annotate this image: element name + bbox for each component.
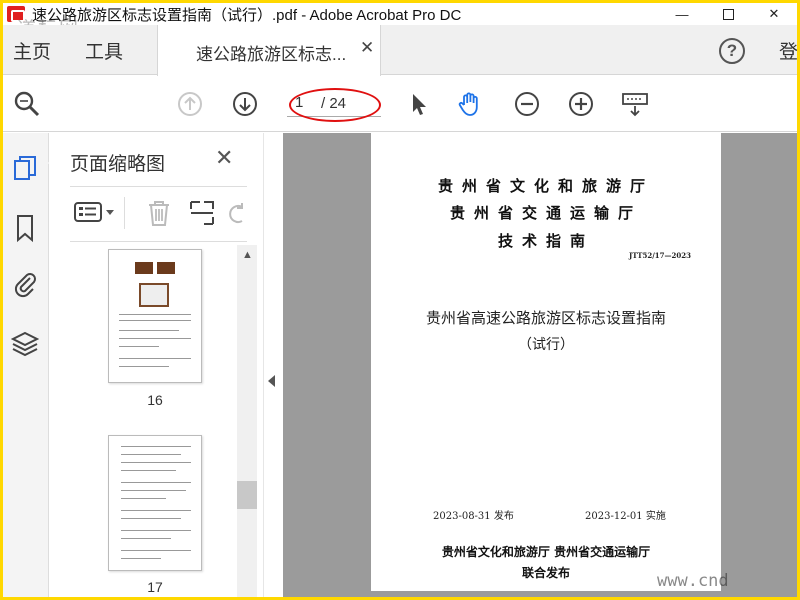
text-line: [121, 530, 191, 531]
text-line: [121, 498, 166, 499]
divider: [70, 241, 247, 242]
window-title: 速公路旅游区标志设置指南（试行）.pdf - Adobe Acrobat Pro…: [32, 6, 462, 24]
delete-trash-icon[interactable]: [146, 199, 172, 227]
issuer-line-3: 技术指南: [497, 232, 594, 250]
text-line: [119, 320, 191, 321]
document-tab-label: 速公路旅游区标志...: [196, 45, 347, 64]
scrollbar-thumb[interactable]: [237, 481, 257, 509]
close-icon: ✕: [768, 6, 780, 21]
acrobat-app-icon: [7, 6, 25, 22]
watermark-url: www.cnd: [657, 571, 729, 591]
document-subtitle: （试行）: [518, 337, 574, 353]
sign-image: [135, 262, 153, 274]
title-bar: 速公路旅游区标志设置指南（试行）.pdf - Adobe Acrobat Pro…: [3, 3, 797, 25]
text-line: [121, 510, 191, 511]
joint-organizations: 贵州省文化和旅游厅 贵州省交通运输厅: [441, 545, 651, 559]
window-controls: — ✕: [659, 3, 797, 25]
pdf-page: 贵州省文化和旅游厅 贵州省交通运输厅 技术指南 JTT52/17—2023 贵州…: [371, 133, 721, 597]
tab-close-icon[interactable]: ✕: [360, 38, 374, 58]
text-line: [119, 314, 191, 315]
text-line: [121, 490, 186, 491]
text-line: [121, 454, 181, 455]
panel-title: 页面缩略图: [70, 154, 166, 175]
sign-in-link[interactable]: 登: [779, 37, 797, 64]
panel-toolbar: [70, 193, 247, 233]
chevron-down-icon[interactable]: [105, 209, 115, 217]
previous-page-icon[interactable]: [176, 90, 204, 118]
effective-date: 2023-12-01 实施: [585, 511, 666, 522]
text-line: [121, 558, 161, 559]
page-number-field[interactable]: 1 / 24: [287, 91, 381, 117]
document-tab[interactable]: 速公路旅游区标志... ✕: [157, 25, 381, 76]
issuer-line-2: 贵州省交通运输厅: [449, 204, 642, 222]
collapse-panel-arrow-icon[interactable]: [268, 375, 275, 387]
close-window-button[interactable]: ✕: [751, 3, 797, 25]
panel-splitter[interactable]: [263, 133, 283, 597]
left-navigation-rail: [3, 133, 56, 597]
text-line: [119, 366, 169, 367]
text-line: [121, 482, 191, 483]
zoom-in-icon[interactable]: [567, 90, 595, 118]
current-page-input[interactable]: 1: [295, 94, 303, 111]
text-line: [119, 358, 191, 359]
zoom-search-icon[interactable]: [13, 90, 41, 118]
text-line: [121, 446, 191, 447]
thumbnail-options-icon[interactable]: [74, 201, 102, 223]
restore-icon: [722, 8, 734, 20]
publish-date: 2023-08-31 发布: [433, 511, 514, 522]
total-pages-label: / 24: [321, 95, 347, 112]
text-line: [121, 462, 191, 463]
restore-button[interactable]: [705, 3, 751, 25]
thumbnails-panel: 页面缩略图 ✕ 16 17 ▲: [55, 133, 263, 597]
document-title: 贵州省高速公路旅游区标志设置指南: [425, 309, 666, 327]
text-line: [121, 550, 191, 551]
issuer-line-1: 贵州省文化和旅游厅: [437, 177, 654, 195]
rotate-page-icon[interactable]: [228, 201, 248, 225]
divider: [70, 186, 247, 187]
panel-close-icon[interactable]: ✕: [215, 145, 233, 171]
select-cursor-icon[interactable]: [405, 90, 433, 118]
document-view[interactable]: 贵州省文化和旅游厅 贵州省交通运输厅 技术指南 JTT52/17—2023 贵州…: [283, 133, 797, 597]
menu-bar: 主页 工具 速公路旅游区标志... ✕ ? 登: [3, 25, 797, 76]
next-page-icon[interactable]: [231, 90, 259, 118]
page-thumbnail-17[interactable]: [108, 435, 202, 571]
thumbnail-page-number: 16: [147, 392, 163, 408]
thumbnails-scrollbar[interactable]: ▲: [237, 245, 257, 597]
fit-page-keyboard-icon[interactable]: [621, 90, 649, 118]
minimize-icon: —: [675, 6, 689, 22]
extract-pages-icon[interactable]: [188, 199, 216, 227]
tools-tab[interactable]: 工具: [85, 37, 123, 64]
text-line: [119, 338, 191, 339]
home-tab[interactable]: 主页: [13, 37, 51, 64]
main-toolbar: 1 / 24: [3, 76, 797, 132]
attachments-paperclip-icon[interactable]: [11, 269, 39, 299]
page-thumbnail-16[interactable]: [108, 249, 202, 383]
toolbar-separator: [124, 197, 125, 229]
text-line: [121, 518, 181, 519]
text-line: [119, 346, 159, 347]
page-thumbnails-icon[interactable]: [11, 155, 39, 185]
page-gap: [283, 591, 797, 597]
map-image: [139, 283, 169, 307]
text-line: [121, 538, 171, 539]
zoom-out-icon[interactable]: [513, 90, 541, 118]
text-line: [119, 330, 179, 331]
text-line: [121, 470, 176, 471]
standard-code: JTT52/17—2023: [628, 251, 691, 260]
help-icon[interactable]: ?: [719, 38, 745, 64]
scroll-up-arrow-icon[interactable]: ▲: [242, 249, 253, 261]
layers-icon[interactable]: [11, 329, 39, 359]
bookmarks-icon[interactable]: [11, 213, 39, 243]
thumbnail-page-number: 17: [147, 579, 163, 595]
minimize-button[interactable]: —: [659, 3, 705, 25]
app-window: 速公路旅游区标志设置指南（试行）.pdf - Adobe Acrobat Pro…: [3, 3, 797, 597]
sign-image: [157, 262, 175, 274]
hand-tool-icon[interactable]: [456, 90, 484, 118]
